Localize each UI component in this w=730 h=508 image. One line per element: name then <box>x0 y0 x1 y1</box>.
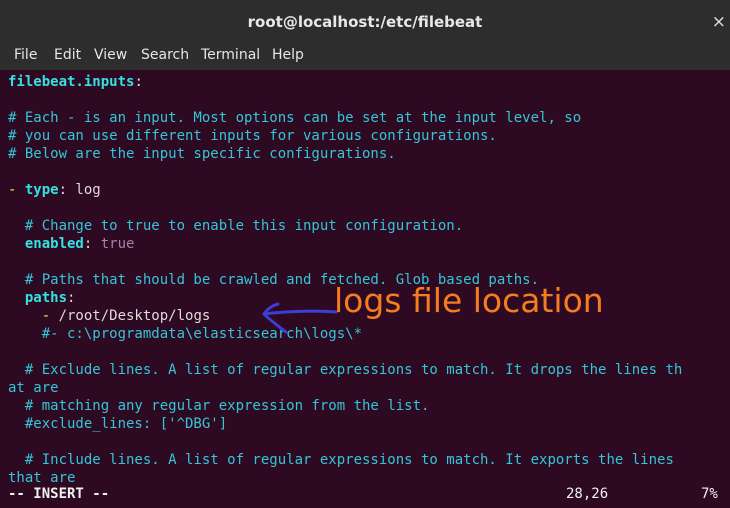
terminal-text-segment: #exclude_lines: ['^DBG'] <box>8 416 228 432</box>
menu-search[interactable]: Search <box>141 47 189 63</box>
terminal-line: # Below are the input specific configura… <box>8 145 396 163</box>
terminal-text-segment: # Change to true to enable this input co… <box>8 218 464 234</box>
terminal-line: that are <box>8 469 75 487</box>
window-title: root@localhost:/etc/filebeat <box>247 13 483 31</box>
terminal-line: - /root/Desktop/logs <box>8 307 211 325</box>
terminal-text-segment: true <box>100 236 135 252</box>
terminal-line: # Change to true to enable this input co… <box>8 217 463 235</box>
terminal-text-segment: enabled <box>8 236 84 252</box>
window-titlebar: root@localhost:/etc/filebeat × <box>0 0 730 44</box>
terminal-line: filebeat.inputs: <box>8 73 143 91</box>
terminal-line: at are <box>8 379 59 397</box>
terminal-line: # Exclude lines. A list of regular expre… <box>8 361 682 379</box>
terminal-text-segment: /root/Desktop/logs <box>58 308 211 324</box>
terminal-text-segment: that are <box>8 470 76 486</box>
terminal-text-segment: : <box>134 74 143 90</box>
terminal-text-segment: # Exclude lines. A list of regular expre… <box>8 362 683 378</box>
terminal-line: # matching any regular expression from t… <box>8 397 430 415</box>
terminal-text-segment: type <box>24 182 59 198</box>
terminal-text-segment: : log <box>58 182 101 198</box>
menu-file[interactable]: File <box>14 47 37 63</box>
terminal-text-segment: - <box>8 182 25 198</box>
terminal-line: # Each - is an input. Most options can b… <box>8 109 581 127</box>
annotation-label: logs file location <box>334 281 604 320</box>
close-icon[interactable]: × <box>712 12 726 32</box>
menu-terminal[interactable]: Terminal <box>201 47 260 63</box>
terminal-line: #exclude_lines: ['^DBG'] <box>8 415 227 433</box>
status-cursor-position: 28,26 <box>566 486 609 502</box>
menu-help[interactable]: Help <box>272 47 304 63</box>
terminal-line: # you can use different inputs for vario… <box>8 127 497 145</box>
terminal-text-segment: # Each - is an input. Most options can b… <box>8 110 582 126</box>
terminal-text-segment: : <box>67 290 76 306</box>
terminal-line: - type: log <box>8 181 101 199</box>
terminal-text-segment: at are <box>8 380 59 396</box>
status-mode: -- INSERT -- <box>8 486 110 502</box>
terminal-text-segment: paths <box>8 290 68 306</box>
menu-view[interactable]: View <box>94 47 127 63</box>
terminal-text-segment: - <box>8 308 59 324</box>
terminal-line: enabled: true <box>8 235 135 253</box>
menu-bar: File Edit View Search Terminal Help <box>0 44 730 70</box>
terminal-line: paths: <box>8 289 76 307</box>
terminal-text-segment: # matching any regular expression from t… <box>8 398 430 414</box>
terminal-text-segment: : <box>83 236 101 252</box>
terminal-line: # Include lines. A list of regular expre… <box>8 451 674 469</box>
status-percent: 7% <box>701 486 718 502</box>
terminal-text-segment: # you can use different inputs for vario… <box>8 128 497 144</box>
terminal-text-segment: # Below are the input specific configura… <box>8 146 396 162</box>
terminal-text-segment: filebeat.inputs <box>8 74 135 90</box>
terminal-text-segment: # Include lines. A list of regular expre… <box>8 452 674 468</box>
menu-edit[interactable]: Edit <box>54 47 81 63</box>
